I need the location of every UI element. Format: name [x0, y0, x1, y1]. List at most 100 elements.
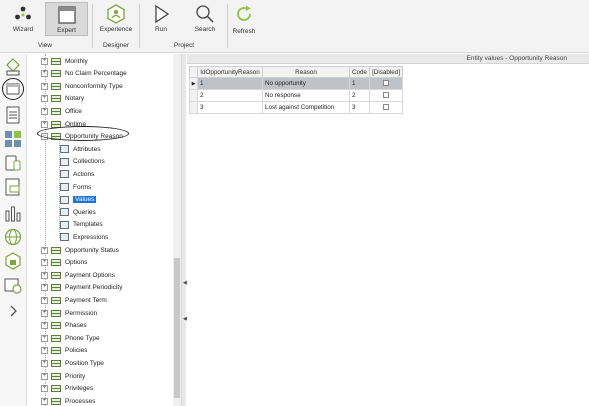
tree-node[interactable]: + Phone Type	[41, 332, 100, 344]
panel-splitter[interactable]: ◀ ◀	[181, 54, 187, 406]
reason-cell[interactable]: No opportunity	[262, 77, 350, 90]
table-row[interactable]: 3 Lost against Competition 3	[189, 101, 404, 114]
tree-node[interactable]: + Payment Options	[41, 269, 115, 281]
expand-icon[interactable]: +	[41, 120, 48, 128]
tree-node[interactable]: + Position Type	[41, 357, 104, 369]
expand-icon[interactable]: +	[41, 259, 48, 267]
expand-icon[interactable]: +	[41, 271, 48, 279]
project-group-label: Project	[173, 42, 195, 49]
column-header[interactable]: Code	[348, 66, 371, 78]
row-indicator[interactable]	[189, 101, 198, 114]
code-cell[interactable]: 1	[348, 77, 371, 90]
tree-child-node[interactable]: Templates	[60, 219, 103, 231]
expand-icon[interactable]: +	[41, 309, 48, 317]
column-header[interactable]: Reason	[262, 66, 350, 78]
grid-icon[interactable]	[4, 130, 22, 148]
tree-child-node[interactable]: Forms	[60, 181, 91, 193]
bar-chart-icon[interactable]	[4, 204, 22, 222]
expand-icon[interactable]: +	[41, 107, 48, 115]
tree-node[interactable]: + Priority	[41, 370, 85, 382]
code-cell[interactable]: 3	[348, 101, 371, 114]
tree-child-node[interactable]: Values	[60, 194, 97, 206]
tree-node-label: Notary	[65, 95, 85, 103]
expert-button[interactable]: Expert	[45, 2, 88, 36]
security-icon[interactable]	[4, 252, 22, 270]
tree-node[interactable]: + Processes	[41, 395, 95, 406]
tree-node[interactable]: + Opportunity Status	[41, 244, 119, 256]
tree-child-node[interactable]: Collections	[60, 156, 105, 168]
form-icon[interactable]	[4, 178, 22, 196]
chevron-right-icon[interactable]	[4, 302, 22, 320]
collapse-arrow-icon[interactable]: ◀	[183, 280, 187, 286]
expand-icon[interactable]: +	[41, 296, 48, 304]
tree-child-node[interactable]: Queries	[60, 206, 96, 218]
disabled-cell[interactable]	[369, 101, 404, 114]
tree-scrollbar-thumb[interactable]	[174, 258, 180, 398]
tree-node[interactable]: + Payment Term	[41, 294, 107, 306]
disabled-checkbox[interactable]	[383, 104, 390, 111]
tree-scrollbar[interactable]	[173, 54, 181, 406]
tree-node[interactable]: + Policies	[41, 345, 87, 357]
tree-child-node[interactable]: Expressions	[60, 231, 108, 243]
expand-icon[interactable]: +	[41, 322, 48, 330]
entities-rail-button[interactable]	[2, 78, 24, 100]
tree-node[interactable]: + No Claim Percentage	[41, 68, 127, 80]
disabled-cell[interactable]	[369, 89, 404, 102]
reason-cell[interactable]: No response	[262, 89, 350, 102]
tree-child-node[interactable]: Attributes	[60, 143, 100, 155]
search-button[interactable]: Search	[188, 2, 222, 38]
refresh-button[interactable]: Refresh	[230, 2, 258, 38]
expand-icon[interactable]: +	[41, 246, 48, 254]
tree-node-label: Priority	[65, 372, 86, 380]
tree-node[interactable]: + Options	[41, 257, 87, 269]
wizard-button[interactable]: Wizard	[4, 2, 42, 38]
tree-child-node[interactable]: Actions	[60, 168, 94, 180]
expand-icon[interactable]: +	[41, 70, 48, 78]
table-row[interactable]: 2 No response 2	[189, 89, 404, 102]
expand-icon[interactable]: +	[41, 385, 48, 393]
entity-icon	[51, 70, 61, 78]
shapes-icon[interactable]	[4, 58, 22, 76]
tree-node[interactable]: + Monthly	[41, 55, 88, 67]
tree-node-label: Privileges	[65, 385, 94, 393]
tree-node[interactable]: + Office	[41, 105, 82, 117]
wizard-icon	[15, 6, 31, 20]
code-cell[interactable]: 2	[348, 89, 371, 102]
tree-node[interactable]: + Phases	[41, 320, 87, 332]
tree-node[interactable]: + Privileges	[41, 383, 93, 395]
collapse-arrow-icon[interactable]: ◀	[183, 316, 187, 322]
disabled-checkbox[interactable]	[383, 80, 390, 87]
tree-node[interactable]: + Payment Periodicity	[41, 282, 122, 294]
disabled-checkbox[interactable]	[383, 92, 390, 99]
expand-icon[interactable]: +	[41, 359, 48, 367]
tree-node[interactable]: + Permission	[41, 307, 97, 319]
document-icon[interactable]	[4, 106, 22, 124]
devices-icon[interactable]	[4, 154, 22, 172]
expand-icon[interactable]: +	[41, 57, 48, 65]
column-header[interactable]: IdOpportunityReason	[197, 66, 263, 78]
id-cell[interactable]: 2	[197, 89, 263, 102]
globe-icon[interactable]	[4, 228, 22, 246]
entity-icon	[51, 385, 61, 393]
experience-button[interactable]: Experience	[96, 2, 136, 38]
tree-node[interactable]: + Notary	[41, 93, 84, 105]
expand-icon[interactable]: +	[41, 397, 48, 405]
row-indicator[interactable]	[189, 89, 198, 102]
column-header[interactable]: [Disabled]	[369, 66, 404, 78]
table-row[interactable]: ▶ 1 No opportunity 1	[189, 77, 404, 90]
row-indicator[interactable]: ▶	[189, 77, 198, 90]
disabled-cell[interactable]	[369, 77, 404, 90]
expand-icon[interactable]: +	[41, 95, 48, 103]
expand-icon[interactable]: +	[41, 372, 48, 380]
tree-node[interactable]: + Nonconformity Type	[41, 80, 123, 92]
ribbon-separator	[139, 4, 140, 48]
expand-icon[interactable]: +	[41, 82, 48, 90]
id-cell[interactable]: 1	[197, 77, 263, 90]
expand-icon[interactable]: +	[41, 284, 48, 292]
calendar-icon[interactable]	[4, 276, 22, 294]
run-button[interactable]: Run	[146, 2, 176, 38]
expand-icon[interactable]: +	[41, 347, 48, 355]
expand-icon[interactable]: +	[41, 334, 48, 342]
id-cell[interactable]: 3	[197, 101, 263, 114]
reason-cell[interactable]: Lost against Competition	[262, 101, 350, 114]
